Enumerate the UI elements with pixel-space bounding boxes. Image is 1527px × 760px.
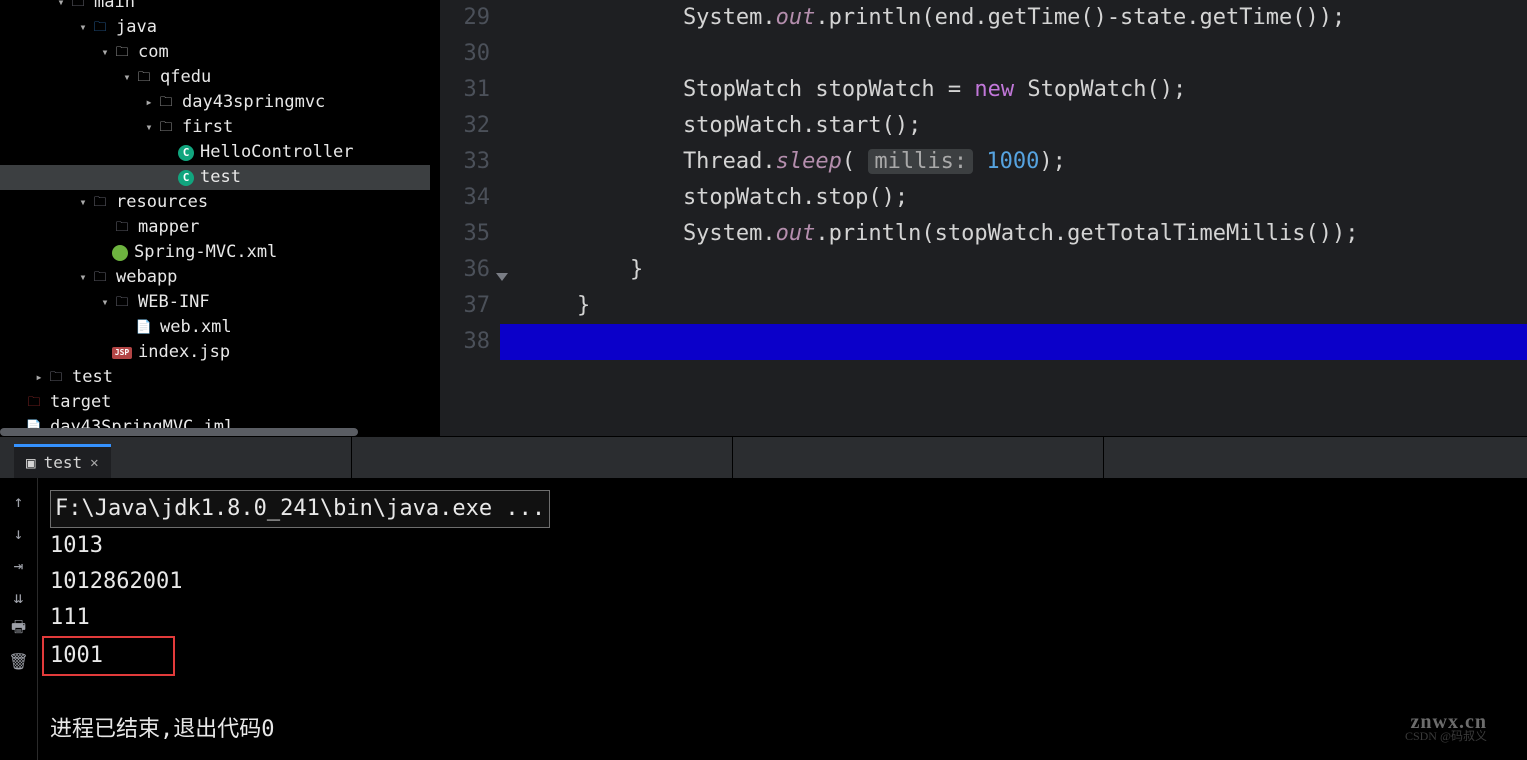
tree-arrow-icon[interactable]: ▸ (32, 365, 46, 390)
run-tab-label: test (44, 453, 83, 472)
tree-item-label: target (50, 390, 111, 415)
tree-arrow-icon[interactable]: ▾ (54, 0, 68, 15)
watermark-sub: CSDN @码叔义 (1405, 718, 1487, 754)
print-icon[interactable]: 🖶 (10, 620, 28, 638)
tree-item-web-xml[interactable]: 📄web.xml (0, 315, 430, 340)
tree-item-label: Spring-MVC.xml (134, 240, 277, 265)
tree-item-day43springmvc[interactable]: ▸🗀day43springmvc (0, 90, 430, 115)
project-tree[interactable]: ▾🗀main▾🗀java▾🗀com▾🗀qfedu▸🗀day43springmvc… (0, 0, 430, 436)
tree-item-web-inf[interactable]: ▾🗀WEB-INF (0, 290, 430, 315)
clear-icon[interactable]: 🗑 (10, 652, 28, 670)
code-line[interactable]: stopWatch.start(); (500, 108, 1527, 144)
console-line: 1013 (50, 528, 1515, 564)
tree-item-label: day43springmvc (182, 90, 325, 115)
tree-item-test[interactable]: ▸🗀test (0, 365, 430, 390)
console-highlighted-value: 1001 (42, 636, 175, 676)
tree-item-label: com (138, 40, 169, 65)
tree-item-resources[interactable]: ▾🗀resources (0, 190, 430, 215)
tree-item-spring-mvc-xml[interactable]: Spring-MVC.xml (0, 240, 430, 265)
tree-horizontal-scrollbar[interactable] (0, 428, 358, 436)
tree-item-label: HelloController (200, 140, 354, 165)
tree-item-com[interactable]: ▾🗀com (0, 40, 430, 65)
line-number[interactable]: 31 (440, 72, 490, 108)
scroll-down-icon[interactable]: ↓ (10, 524, 28, 542)
tree-arrow-icon[interactable]: ▾ (142, 115, 156, 140)
line-number[interactable]: 34 (440, 180, 490, 216)
tree-item-label: qfedu (160, 65, 211, 90)
editor-gutter: 29303132333435363738 (440, 0, 500, 436)
code-line[interactable] (500, 324, 1527, 360)
console-exit-line: 进程已结束,退出代码0 (50, 712, 1515, 748)
line-number[interactable]: 37 (440, 288, 490, 324)
tree-item-label: resources (116, 190, 208, 215)
tree-item-label: test (72, 365, 113, 390)
console-line: 111 (50, 600, 1515, 636)
tree-item-label: WEB-INF (138, 290, 210, 315)
console-line: 1012862001 (50, 564, 1515, 600)
tree-item-hellocontroller[interactable]: CHelloController (0, 140, 430, 165)
tree-item-label: webapp (116, 265, 177, 290)
tree-arrow-icon[interactable]: ▸ (142, 90, 156, 115)
run-tab-test[interactable]: ▣ test ✕ (14, 444, 111, 478)
tree-item-index-jsp[interactable]: JSPindex.jsp (0, 340, 430, 365)
line-number[interactable]: 32 (440, 108, 490, 144)
code-line[interactable] (500, 36, 1527, 72)
code-line[interactable]: } (500, 288, 1527, 324)
line-number[interactable]: 35 (440, 216, 490, 252)
tree-item-label: index.jsp (138, 340, 230, 365)
console-cmd-line: F:\Java\jdk1.8.0_241\bin\java.exe ... (50, 490, 550, 528)
tree-arrow-icon[interactable]: ▾ (98, 40, 112, 65)
tree-item-main[interactable]: ▾🗀main (0, 0, 430, 15)
code-line[interactable]: StopWatch stopWatch = new StopWatch(); (500, 72, 1527, 108)
line-number[interactable]: 29 (440, 0, 490, 36)
tree-item-java[interactable]: ▾🗀java (0, 15, 430, 40)
line-number[interactable]: 36 (440, 252, 490, 288)
console-output[interactable]: F:\Java\jdk1.8.0_241\bin\java.exe ... 10… (38, 478, 1527, 760)
tree-arrow-icon[interactable]: ▾ (98, 290, 112, 315)
scroll-to-end-icon[interactable]: ⇊ (10, 588, 28, 606)
tree-item-label: web.xml (160, 315, 232, 340)
tree-item-label: mapper (138, 215, 199, 240)
tree-item-label: first (182, 115, 233, 140)
tree-item-first[interactable]: ▾🗀first (0, 115, 430, 140)
run-config-icon: ▣ (26, 453, 36, 472)
code-line[interactable]: System.out.println(stopWatch.getTotalTim… (500, 216, 1527, 252)
code-line[interactable]: } (500, 252, 1527, 288)
soft-wrap-icon[interactable]: ⇥ (10, 556, 28, 574)
run-tool-tabstrip: ▣ test ✕ (0, 436, 1527, 478)
tree-item-label: test (200, 165, 241, 190)
tree-item-target[interactable]: 🗀target (0, 390, 430, 415)
code-line[interactable]: Thread.sleep( millis: 1000); (500, 144, 1527, 180)
console-toolbar: ↑ ↓ ⇥ ⇊ 🖶 🗑 (0, 478, 38, 760)
scroll-up-icon[interactable]: ↑ (10, 492, 28, 510)
tree-item-qfedu[interactable]: ▾🗀qfedu (0, 65, 430, 90)
close-icon[interactable]: ✕ (90, 455, 98, 471)
tree-arrow-icon[interactable]: ▾ (76, 265, 90, 290)
code-line[interactable]: stopWatch.stop(); (500, 180, 1527, 216)
line-number[interactable]: 38 (440, 324, 490, 360)
code-editor[interactable]: 29303132333435363738 System.out.println(… (430, 0, 1527, 436)
tree-item-mapper[interactable]: 🗀mapper (0, 215, 430, 240)
code-line[interactable]: System.out.println(end.getTime()-state.g… (500, 0, 1527, 36)
tree-item-label: main (94, 0, 135, 15)
tree-item-webapp[interactable]: ▾🗀webapp (0, 265, 430, 290)
line-number[interactable]: 33 (440, 144, 490, 180)
tree-item-label: java (116, 15, 157, 40)
line-number[interactable]: 30 (440, 36, 490, 72)
tree-arrow-icon[interactable]: ▾ (76, 15, 90, 40)
tree-arrow-icon[interactable]: ▾ (120, 65, 134, 90)
tree-item-test[interactable]: Ctest (0, 165, 430, 190)
tree-arrow-icon[interactable]: ▾ (76, 190, 90, 215)
